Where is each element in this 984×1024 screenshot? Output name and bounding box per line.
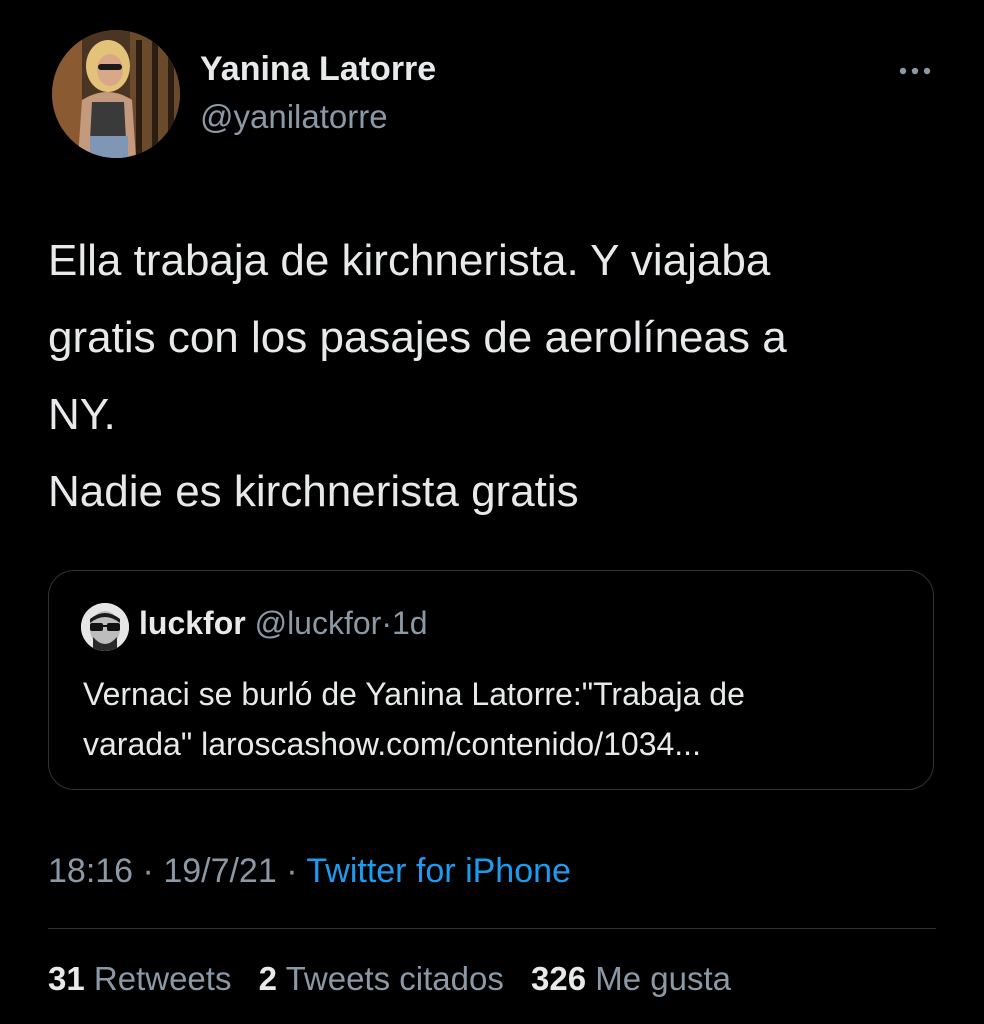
- tweet-text-line: NY.: [48, 390, 116, 439]
- author-avatar[interactable]: [52, 30, 180, 158]
- quote-author-avatar[interactable]: [81, 603, 129, 651]
- quoted-tweet-card[interactable]: luckfor @luckfor·1d Vernaci se burló de …: [48, 570, 934, 790]
- retweets-count: 31: [48, 960, 85, 997]
- engagement-stats: 31 Retweets 2 Tweets citados 326 Me gust…: [48, 960, 749, 998]
- tweet-detail: Yanina Latorre @yanilatorre Ella trabaja…: [0, 0, 984, 1024]
- quote-header: luckfor @luckfor·1d: [139, 605, 428, 642]
- retweets-label: Retweets: [93, 960, 232, 997]
- likes-stat[interactable]: 326 Me gusta: [531, 960, 731, 997]
- tweet-text-line: Nadie es kirchnerista gratis: [48, 467, 579, 516]
- tweet-text-line: Ella trabaja de kirchnerista. Y viajaba: [48, 236, 771, 285]
- tweet-metadata: 18:16 · 19/7/21 · Twitter for iPhone: [48, 852, 571, 891]
- retweets-stat[interactable]: 31 Retweets: [48, 960, 231, 997]
- tweet-text-line: gratis con los pasajes de aerolíneas a: [48, 313, 787, 362]
- author-name[interactable]: Yanina Latorre: [200, 50, 436, 89]
- quote-separator: ·: [381, 605, 392, 641]
- meta-separator: ·: [276, 852, 307, 890]
- tweet-text: Ella trabaja de kirchnerista. Y viajaba …: [48, 222, 938, 530]
- likes-label: Me gusta: [595, 960, 731, 997]
- more-options-button[interactable]: [894, 56, 938, 86]
- ellipsis-icon: [899, 67, 931, 75]
- divider: [48, 928, 936, 929]
- author-avatar-image: [52, 30, 180, 158]
- tweet-date[interactable]: 19/7/21: [163, 852, 276, 890]
- quote-timestamp[interactable]: 1d: [392, 605, 428, 641]
- quote-author-name[interactable]: luckfor: [139, 605, 246, 641]
- author-handle[interactable]: @yanilatorre: [200, 98, 388, 136]
- quote-author-handle[interactable]: @luckfor: [255, 605, 382, 641]
- quote-tweets-stat[interactable]: 2 Tweets citados: [259, 960, 504, 997]
- tweet-time[interactable]: 18:16: [48, 852, 133, 890]
- likes-count: 326: [531, 960, 587, 997]
- meta-separator: ·: [133, 852, 164, 890]
- quote-tweets-count: 2: [258, 960, 277, 997]
- quote-tweets-label: Tweets citados: [285, 960, 504, 997]
- quote-text: Vernaci se burló de Yanina Latorre:"Trab…: [83, 669, 923, 769]
- quote-text-line: varada" laroscashow.com/contenido/1034..…: [83, 726, 701, 762]
- quote-author-avatar-image: [81, 603, 129, 651]
- quote-text-line: Vernaci se burló de Yanina Latorre:"Trab…: [83, 676, 745, 712]
- tweet-source-link[interactable]: Twitter for iPhone: [306, 852, 571, 890]
